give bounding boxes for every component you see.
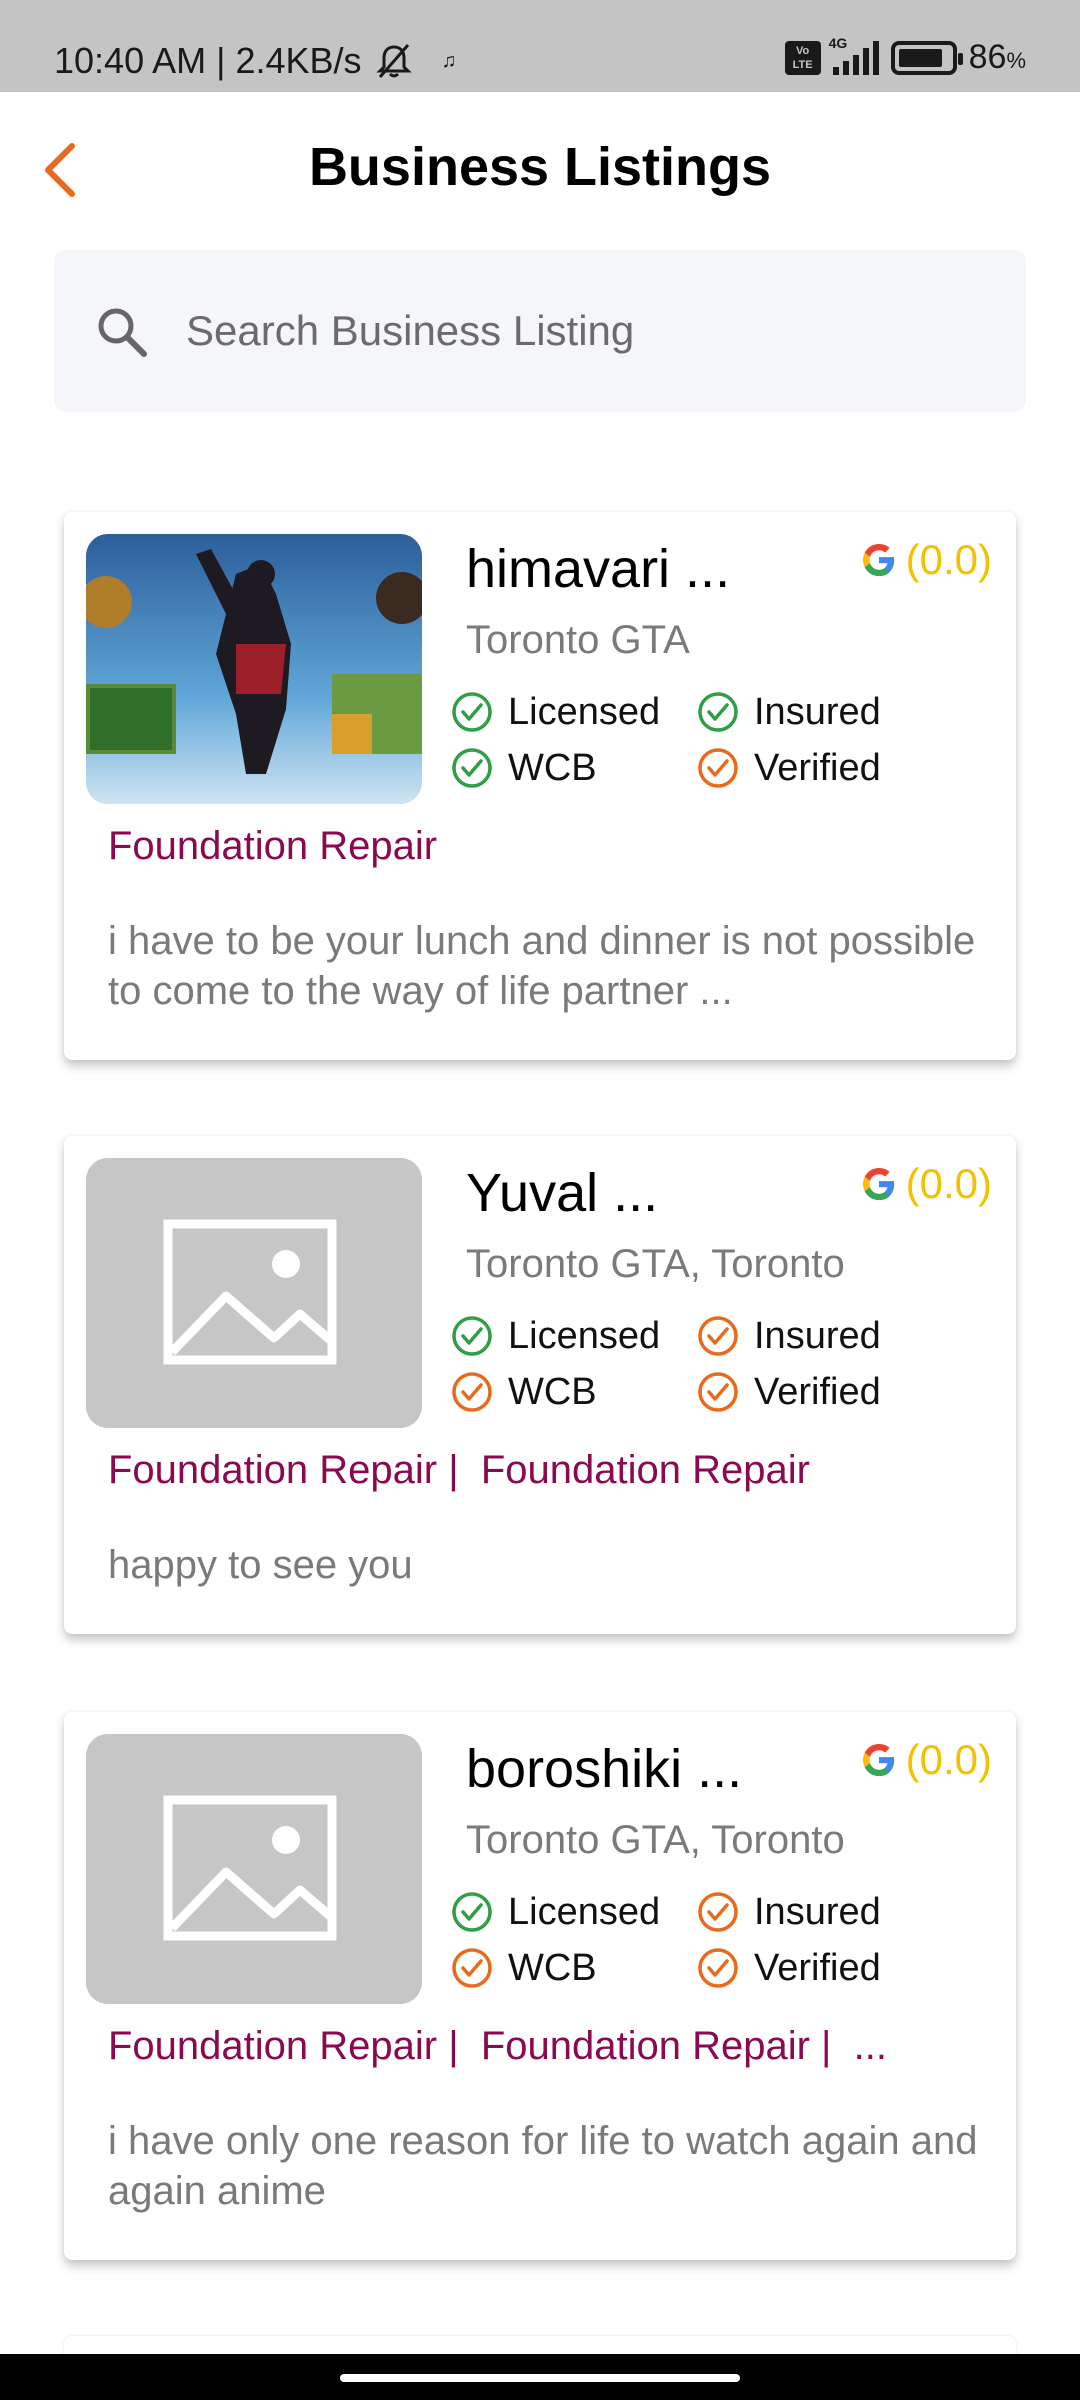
- status-right: Vo LTE 4G 86%: [784, 35, 1026, 77]
- badge-insured: Insured: [696, 1890, 942, 1934]
- business-categories: Foundation Repair: [108, 824, 438, 868]
- status-bar: 10:40 AM | 2.4KB/s ♫ Vo LTE 4G 86%: [0, 0, 1080, 92]
- check-circle-icon: [698, 748, 738, 788]
- image-placeholder-icon: [86, 1158, 422, 1428]
- google-icon: [862, 1743, 894, 1777]
- badge-grid: Licensed Insured WCB Verified: [450, 1890, 970, 1990]
- listing-card[interactable]: boroshiki ... (0.0) Toronto GTA, Toronto…: [64, 1712, 1016, 2260]
- listing-card[interactable]: Yuval ... (0.0) Toronto GTA, Toronto Lic…: [64, 1136, 1016, 1634]
- badge-grid: Licensed Insured WCB Verified: [450, 690, 970, 790]
- business-name: himavari ...: [466, 539, 731, 599]
- image-placeholder-icon: [86, 1734, 422, 2004]
- listing-image: [86, 534, 422, 804]
- rating-value: (0.0): [905, 1736, 992, 1783]
- google-rating: (0.0): [860, 536, 992, 584]
- music-note-icon: ♫: [441, 49, 457, 72]
- business-description: i have only one reason for life to watch…: [108, 2119, 978, 2213]
- badge-grid: Licensed Insured WCB Verified: [450, 1314, 970, 1414]
- business-location: Toronto GTA: [466, 618, 690, 662]
- business-name: boroshiki ...: [466, 1739, 743, 1799]
- battery-icon: [890, 40, 963, 75]
- search-input[interactable]: [186, 296, 986, 366]
- check-circle-icon: [698, 1892, 738, 1932]
- navigation-bar: [0, 2354, 1080, 2400]
- check-circle-icon: [452, 1892, 492, 1932]
- check-circle-icon: [698, 1316, 738, 1356]
- badge-licensed: Licensed: [450, 1890, 696, 1934]
- badge-verified: Verified: [696, 1946, 942, 1990]
- business-location: Toronto GTA, Toronto: [466, 1818, 845, 1862]
- google-icon: [862, 543, 894, 577]
- page-title: Business Listings: [308, 137, 772, 197]
- google-rating: (0.0): [860, 1160, 992, 1208]
- business-name: Yuval ...: [466, 1163, 659, 1223]
- badge-licensed: Licensed: [450, 690, 696, 734]
- badge-wcb: WCB: [450, 1946, 696, 1990]
- volte-icon: Vo LTE: [784, 40, 821, 75]
- check-circle-icon: [452, 748, 492, 788]
- badge-insured: Insured: [696, 1314, 942, 1358]
- check-circle-icon: [452, 692, 492, 732]
- check-circle-icon: [452, 1372, 492, 1412]
- home-indicator[interactable]: [340, 2374, 740, 2382]
- check-circle-icon: [698, 1948, 738, 1988]
- search-bar[interactable]: [54, 250, 1026, 412]
- check-circle-icon: [698, 1372, 738, 1412]
- badge-verified: Verified: [696, 746, 942, 790]
- status-time: 10:40 AM | 2.4KB/s: [54, 40, 362, 81]
- battery-percent: 86%: [968, 38, 1026, 76]
- check-circle-icon: [452, 1948, 492, 1988]
- network-type: 4G: [828, 34, 848, 51]
- business-description: happy to see you: [108, 1543, 413, 1587]
- badge-wcb: WCB: [450, 1370, 696, 1414]
- listing-card[interactable]: himavari ... (0.0) Toronto GTA Licensed …: [64, 512, 1016, 1060]
- rating-value: (0.0): [905, 1160, 992, 1207]
- status-left: 10:40 AM | 2.4KB/s ♫: [54, 40, 457, 82]
- google-rating: (0.0): [860, 1736, 992, 1784]
- business-description: i have to be your lunch and dinner is no…: [108, 919, 976, 1013]
- search-icon: [98, 308, 147, 357]
- business-location: Toronto GTA, Toronto: [466, 1242, 845, 1286]
- check-circle-icon: [452, 1316, 492, 1356]
- signal-icon: 4G: [829, 35, 879, 75]
- badge-verified: Verified: [696, 1370, 942, 1414]
- business-categories: Foundation Repair | Foundation Repair: [108, 1448, 810, 1492]
- badge-insured: Insured: [696, 690, 942, 734]
- badge-wcb: WCB: [450, 746, 696, 790]
- google-icon: [862, 1167, 894, 1201]
- badge-licensed: Licensed: [450, 1314, 696, 1358]
- bell-muted-icon: [375, 44, 412, 78]
- business-categories: Foundation Repair | Foundation Repair | …: [108, 2024, 888, 2068]
- rating-value: (0.0): [905, 536, 992, 583]
- check-circle-icon: [698, 692, 738, 732]
